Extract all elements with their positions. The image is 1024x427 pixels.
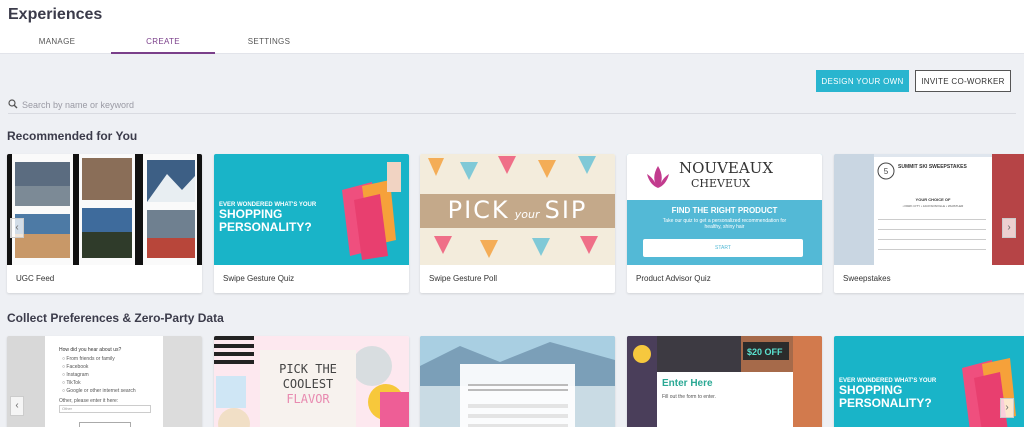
design-your-own-button[interactable]: DESIGN YOUR OWN [816, 70, 909, 92]
thumbnail-text: PICK THE COOLEST FLAVOR [279, 362, 337, 406]
template-card-sweepstakes[interactable]: 5 SUMMIT SKI SWEEPSTAKES YOUR CHOICE OF … [834, 154, 1024, 293]
template-card-survey[interactable]: How did you hear about us? ○ From friend… [7, 336, 202, 427]
thumbnail-text: PICK your SIP [447, 196, 588, 224]
card-thumbnail: 5 SUMMIT SKI SWEEPSTAKES YOUR CHOICE OF … [834, 154, 1024, 265]
ski-image-left [834, 154, 874, 265]
ugc-feed-thumbnail [7, 154, 202, 265]
thumbnail-text: EVER WONDERED WHAT'S YOUR SHOPPING PERSO… [219, 202, 317, 234]
card-thumbnail [420, 336, 615, 427]
chevron-left-icon: ‹ [15, 400, 19, 411]
tab-manage[interactable]: MANAGE [8, 30, 106, 54]
card-thumbnail: How did you hear about us? ○ From friend… [7, 336, 202, 427]
tab-create[interactable]: CREATE [111, 30, 215, 54]
summit-logo-icon: 5 [877, 162, 895, 180]
template-card-swipe-gesture-quiz[interactable]: EVER WONDERED WHAT'S YOUR SHOPPING PERSO… [214, 154, 409, 293]
card-thumbnail: EVER WONDERED WHAT'S YOUR SHOPPING PERSO… [214, 154, 409, 265]
carousel-next-button[interactable]: › [1000, 398, 1014, 418]
carousel-next-button[interactable]: › [1002, 218, 1016, 238]
invite-coworker-button[interactable]: INVITE CO-WORKER [915, 70, 1011, 92]
template-card-product-advisor-quiz[interactable]: NOUVEAUX CHEVEUX FIND THE RIGHT PRODUCT … [627, 154, 822, 293]
template-card-ugc-feed[interactable]: ‹ UGC Feed [7, 154, 202, 293]
template-card-enter-here[interactable]: $20 OFF Enter Here Fill out the form to … [627, 336, 822, 427]
card-thumbnail: PICK your SIP [420, 154, 615, 265]
ski-image-right [992, 154, 1024, 265]
card-thumbnail: PICK THE COOLEST FLAVOR [214, 336, 409, 427]
card-label: Sweepstakes [843, 274, 891, 283]
search-icon [8, 99, 18, 109]
chevron-right-icon: › [1005, 402, 1009, 413]
tab-settings[interactable]: SETTINGS [220, 30, 318, 54]
card-thumbnail: NOUVEAUX CHEVEUX FIND THE RIGHT PRODUCT … [627, 154, 822, 265]
card-thumbnail: EVER WONDERED WHAT'S YOUR SHOPPING PERSO… [834, 336, 1024, 427]
card-label: UGC Feed [16, 274, 55, 283]
card-thumbnail: $20 OFF Enter Here Fill out the form to … [627, 336, 822, 427]
top-bar: Experiences MANAGE CREATE SETTINGS [0, 0, 1024, 54]
card-thumbnail [7, 154, 202, 265]
start-button: START [643, 239, 803, 257]
page-title: Experiences [8, 6, 103, 23]
thumbnail-text: EVER WONDERED WHAT'S YOUR SHOPPING PERSO… [839, 378, 937, 410]
chevron-left-icon: ‹ [15, 222, 19, 233]
section-title-recommended: Recommended for You [7, 129, 138, 143]
template-card-shopping-personality[interactable]: EVER WONDERED WHAT'S YOUR SHOPPING PERSO… [834, 336, 1024, 427]
shopping-bags-image [342, 162, 401, 260]
search-bar [8, 96, 1016, 114]
template-card-landscape-form[interactable] [420, 336, 615, 427]
survey-options: ○ From friends or family ○ Facebook ○ In… [62, 356, 136, 394]
lotus-logo-icon [647, 166, 669, 188]
svg-text:5: 5 [884, 167, 889, 176]
section-title-preferences: Collect Preferences & Zero-Party Data [7, 311, 224, 325]
search-input[interactable] [22, 98, 622, 112]
carousel-prev-button[interactable]: ‹ [10, 218, 24, 238]
card-label: Product Advisor Quiz [636, 274, 711, 283]
chevron-right-icon: › [1007, 222, 1011, 233]
template-card-swipe-gesture-poll[interactable]: PICK your SIP Swipe Gesture Poll [420, 154, 615, 293]
collage-image [627, 336, 822, 427]
carousel-prev-button[interactable]: ‹ [10, 396, 24, 416]
card-label: Swipe Gesture Quiz [223, 274, 295, 283]
landscape-image [420, 336, 615, 427]
sweepstakes-form: 5 SUMMIT SKI SWEEPSTAKES YOUR CHOICE OF … [874, 157, 992, 265]
card-label: Swipe Gesture Poll [429, 274, 498, 283]
template-card-pick-flavor[interactable]: PICK THE COOLEST FLAVOR [214, 336, 409, 427]
